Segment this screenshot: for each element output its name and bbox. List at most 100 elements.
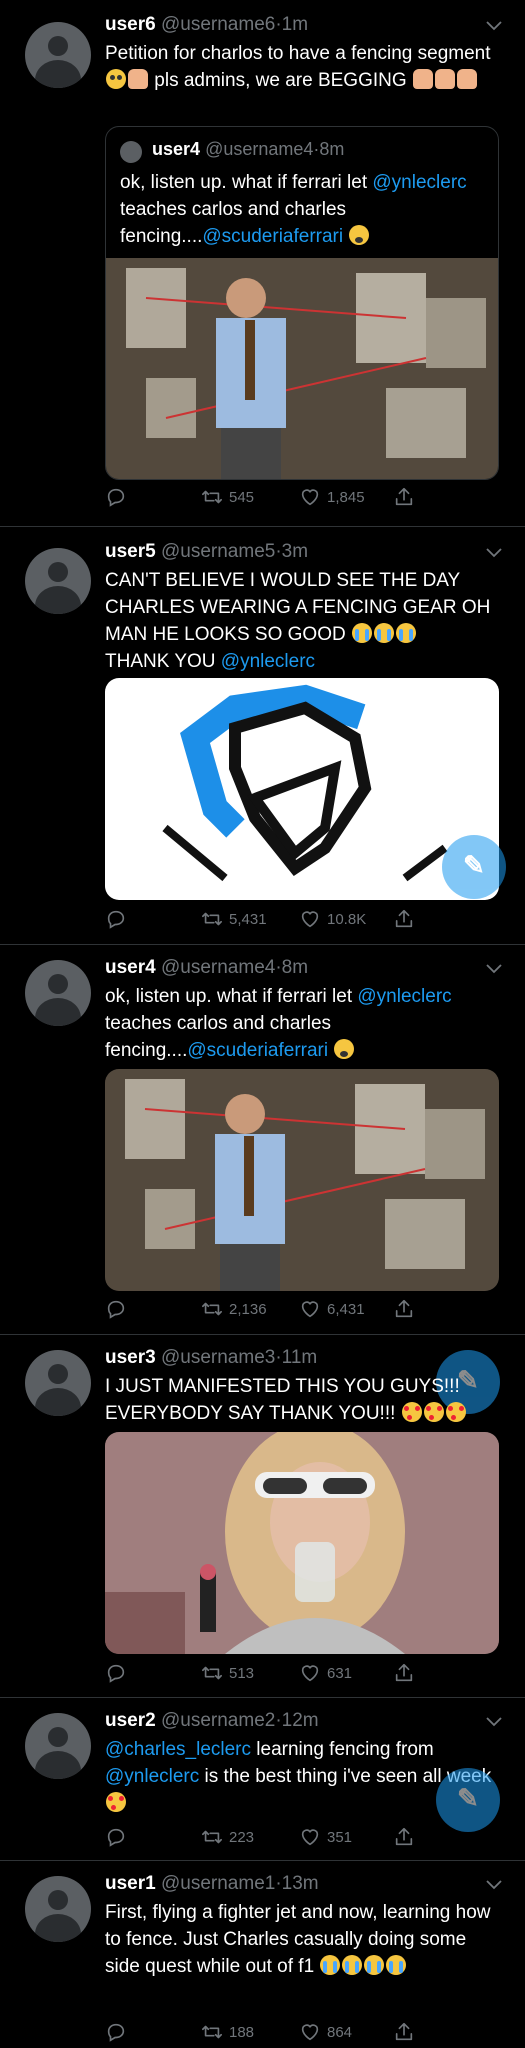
share-button[interactable] (393, 1662, 415, 1684)
handle[interactable]: @username4 (161, 957, 275, 978)
share-icon (393, 2021, 415, 2043)
retweet-button[interactable]: 188 (201, 2021, 254, 2043)
retweet-icon (201, 2021, 223, 2043)
handle[interactable]: @username3 (161, 1347, 275, 1368)
reply-button[interactable] (105, 908, 127, 930)
chevron-down-icon[interactable] (485, 963, 503, 975)
reply-button[interactable] (105, 486, 127, 508)
reply-icon (105, 1298, 127, 1320)
mention-link[interactable]: @charles_leclerc (105, 1739, 251, 1760)
retweet-button[interactable]: 513 (201, 1662, 254, 1684)
chevron-down-icon[interactable] (485, 20, 503, 32)
mention-link[interactable]: @ynleclerc (357, 986, 451, 1007)
avatar[interactable] (25, 548, 91, 614)
handle[interactable]: @username5 (161, 541, 275, 562)
chevron-down-icon[interactable] (485, 547, 503, 559)
display-name[interactable]: user2 (105, 1710, 156, 1731)
timestamp[interactable]: 3m (282, 541, 308, 562)
tweet[interactable]: user5 @username5·3m CAN'T BELIEVE I WOUL… (0, 527, 525, 945)
timestamp[interactable]: 11m (282, 1347, 318, 1368)
tweet-text: First, flying a fighter jet and now, lea… (105, 1902, 491, 1977)
display-name[interactable]: user5 (105, 541, 156, 562)
share-icon (393, 1662, 415, 1684)
display-name[interactable]: user4 (105, 957, 156, 978)
handle[interactable]: @username6 (161, 14, 275, 35)
like-button[interactable]: 1,845 (299, 486, 365, 508)
palms-together-emoji (128, 69, 148, 89)
reply-button[interactable] (105, 1662, 127, 1684)
avatar[interactable] (25, 1350, 91, 1416)
chevron-down-icon[interactable] (485, 1879, 503, 1891)
avatar[interactable] (25, 1876, 91, 1942)
retweet-button[interactable]: 5,431 (201, 908, 267, 930)
mention-link[interactable]: @ynleclerc (221, 651, 315, 672)
retweet-button[interactable]: 545 (201, 486, 254, 508)
like-button[interactable]: 864 (299, 2021, 352, 2043)
reply-button[interactable] (105, 1298, 127, 1320)
like-count: 10.8K (327, 910, 367, 928)
avatar[interactable] (25, 960, 91, 1026)
chevron-down-icon[interactable] (485, 1716, 503, 1728)
palms-together-emoji (456, 69, 477, 89)
tweet-header: user1 @username1·13m (105, 1873, 319, 1895)
like-button[interactable]: 631 (299, 1662, 352, 1684)
mention-link[interactable]: @scuderiaferrari (187, 1040, 328, 1061)
avatar[interactable] (25, 1713, 91, 1779)
share-button[interactable] (393, 1826, 415, 1848)
retweet-count: 188 (229, 2023, 255, 2041)
tweet[interactable]: user1 @username1·13m First, flying a fig… (0, 1861, 525, 2048)
mention-link[interactable]: @ynleclerc (372, 172, 466, 193)
like-button[interactable]: 6,431 (299, 1298, 365, 1320)
media-image[interactable] (105, 1069, 499, 1291)
share-button[interactable] (393, 1298, 415, 1320)
tweet-header: user3 @username3·11m (105, 1347, 317, 1369)
handle[interactable]: @username2 (161, 1710, 275, 1731)
like-count: 351 (327, 1828, 353, 1846)
quoted-tweet[interactable]: user4 @username4·8m ok, listen up. what … (105, 126, 499, 480)
share-icon (393, 486, 415, 508)
display-name[interactable]: user6 (105, 14, 156, 35)
share-button[interactable] (393, 486, 415, 508)
reply-button[interactable] (105, 1826, 127, 1848)
tweet[interactable]: user4 @username4·8m ok, listen up. what … (0, 945, 525, 1335)
share-button[interactable] (393, 2021, 415, 2043)
handle[interactable]: @username1 (161, 1873, 275, 1894)
quoted-media-image[interactable] (106, 258, 499, 480)
tweet[interactable]: user3 @username3·11m ✎ I JUST MANIFESTED… (0, 1335, 525, 1698)
compose-feather-icon[interactable]: ✎ (442, 835, 506, 899)
share-button[interactable] (393, 908, 415, 930)
like-count: 864 (327, 2023, 353, 2041)
timestamp[interactable]: 1m (282, 14, 308, 35)
reply-icon (105, 1662, 127, 1684)
display-name[interactable]: user3 (105, 1347, 156, 1368)
mention-link[interactable]: @ynleclerc (105, 1766, 199, 1787)
display-name[interactable]: user1 (105, 1873, 156, 1894)
retweet-button[interactable]: 223 (201, 1826, 254, 1848)
palms-together-emoji (412, 69, 433, 89)
retweet-button[interactable]: 2,136 (201, 1298, 267, 1320)
avatar[interactable] (25, 22, 91, 88)
share-icon (393, 908, 415, 930)
quoted-text: ok, listen up. what if ferrari let @ynle… (120, 172, 467, 247)
crying-face-emoji (364, 1955, 385, 1975)
heart-icon (299, 1662, 321, 1684)
mention-link[interactable]: @scuderiaferrari (202, 226, 343, 247)
media-image[interactable] (105, 678, 499, 900)
retweet-icon (201, 486, 223, 508)
reply-icon (105, 486, 127, 508)
compose-feather-icon[interactable]: ✎ (436, 1768, 500, 1832)
timestamp[interactable]: 8m (282, 957, 308, 978)
timestamp[interactable]: 12m (282, 1710, 319, 1731)
retweet-count: 2,136 (229, 1300, 267, 1318)
like-button[interactable]: 10.8K (299, 908, 366, 930)
media-image[interactable] (105, 1432, 499, 1654)
tweet[interactable]: user2 @username2·12m @charles_leclerc le… (0, 1698, 525, 1861)
tweet[interactable]: user6 @username6·1m Petition for charlos… (0, 0, 525, 527)
reply-button[interactable] (105, 2021, 127, 2043)
quoted-header: user4 @username4·8m (152, 139, 344, 160)
retweet-count: 5,431 (229, 910, 267, 928)
timestamp[interactable]: 13m (282, 1873, 319, 1894)
like-button[interactable]: 351 (299, 1826, 352, 1848)
palms-together-emoji (434, 69, 455, 89)
crying-face-emoji (374, 623, 394, 643)
